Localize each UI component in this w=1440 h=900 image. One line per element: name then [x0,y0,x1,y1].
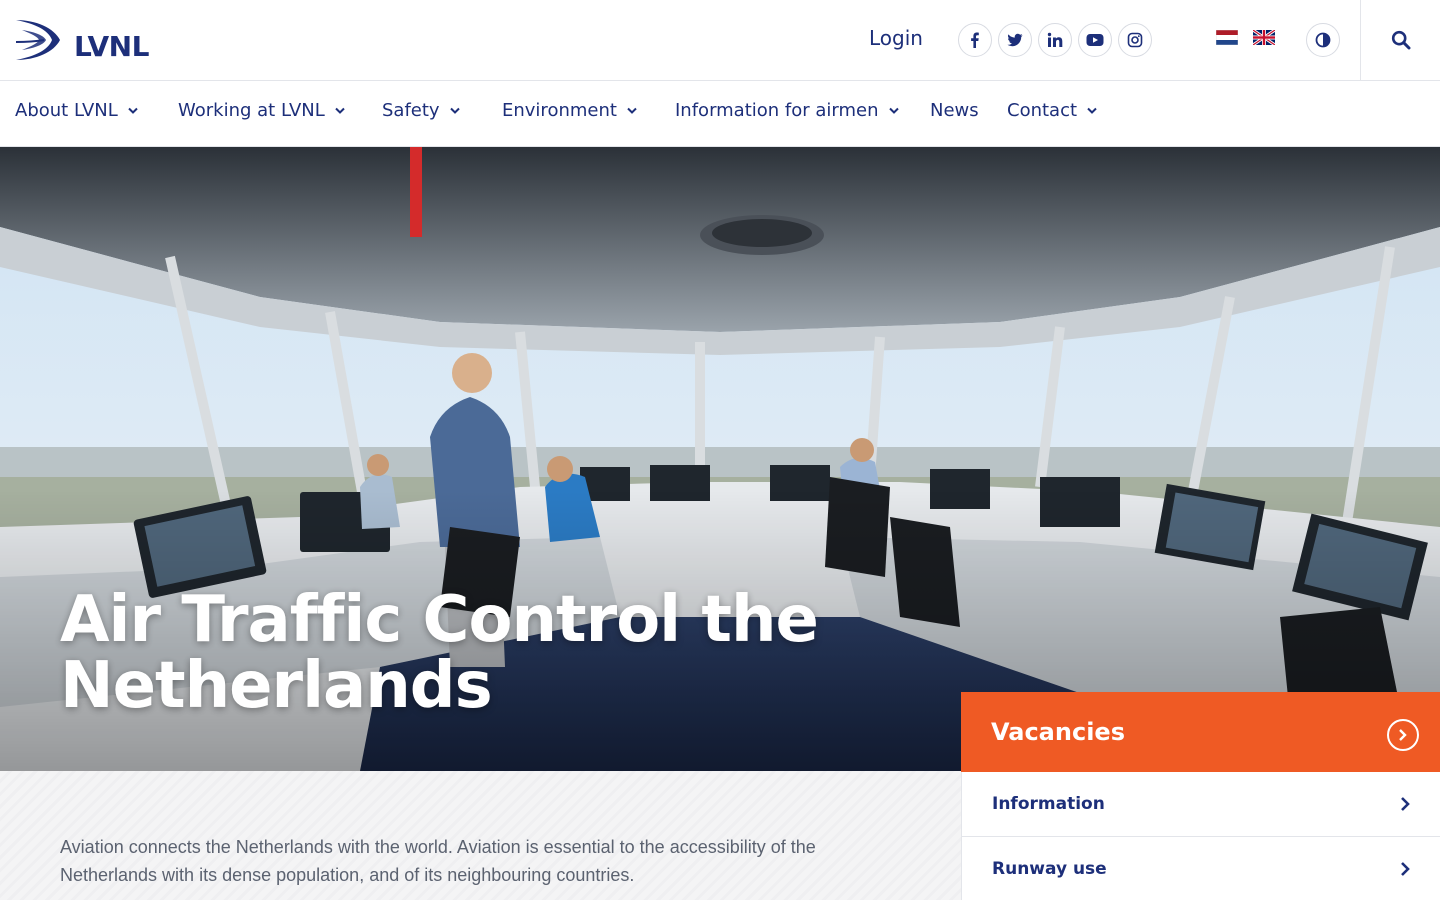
intro-section: Aviation connects the Netherlands with t… [0,771,961,900]
hero-banner: Air Traffic Control the Netherlands [0,147,1440,771]
nav-label: News [930,100,979,121]
login-link[interactable]: Login [869,26,923,50]
chevron-down-icon [335,107,345,114]
arrow-circle-icon [1387,719,1419,751]
nav-item-environment[interactable]: Environment [502,100,637,121]
linkedin-button[interactable] [1038,23,1072,57]
nav-label: Contact [1007,100,1078,121]
logo-text: LVNL [74,30,149,63]
nav-label: Safety [382,100,440,121]
main-navigation: About LVNL Working at LVNL Safety Enviro… [0,81,1440,147]
chevron-down-icon [1087,107,1097,114]
vacancies-label: Vacancies [991,718,1125,746]
youtube-button[interactable] [1078,23,1112,57]
nav-item-working[interactable]: Working at LVNL [178,100,345,121]
nav-item-news[interactable]: News [930,100,979,121]
lvnl-logo-swoosh-icon [15,20,60,60]
nav-item-contact[interactable]: Contact [1007,100,1097,121]
information-link[interactable]: Information [961,772,1440,837]
chevron-down-icon [627,107,637,114]
nav-item-about[interactable]: About LVNL [15,100,138,121]
twitter-button[interactable] [998,23,1032,57]
youtube-icon [1086,34,1104,46]
chevron-down-icon [888,107,899,114]
nav-label: Working at LVNL [178,100,325,121]
nav-item-safety[interactable]: Safety [382,100,460,121]
instagram-button[interactable] [1118,23,1152,57]
contrast-icon [1315,32,1331,48]
lvnl-logo[interactable]: LVNL [14,16,154,64]
linkedin-icon [1047,32,1063,47]
nav-label: Environment [502,100,617,121]
chevron-right-icon [1401,862,1410,876]
facebook-icon [971,32,979,48]
chevron-right-icon [1401,797,1410,811]
site-header: LVNL Login [0,0,1440,81]
nav-label: About LVNL [15,100,118,121]
vacancies-button[interactable]: Vacancies [961,692,1440,772]
intro-text: Aviation connects the Netherlands with t… [60,837,816,885]
nav-item-airmen[interactable]: Information for airmen [675,100,899,121]
search-icon [1391,30,1410,50]
information-label: Information [992,794,1105,814]
runway-use-label: Runway use [992,859,1107,879]
facebook-button[interactable] [958,23,992,57]
nl-flag-icon[interactable] [1215,29,1239,46]
twitter-icon [1007,33,1023,47]
runway-use-link[interactable]: Runway use [961,837,1440,900]
chevron-down-icon [449,107,460,114]
search-button[interactable] [1360,0,1440,80]
hero-title: Air Traffic Control the Netherlands [60,583,819,723]
instagram-icon [1127,32,1143,48]
en-flag-icon[interactable] [1252,28,1276,47]
chevron-down-icon [128,107,138,114]
contrast-toggle[interactable] [1306,23,1340,57]
nav-label: Information for airmen [675,100,879,121]
